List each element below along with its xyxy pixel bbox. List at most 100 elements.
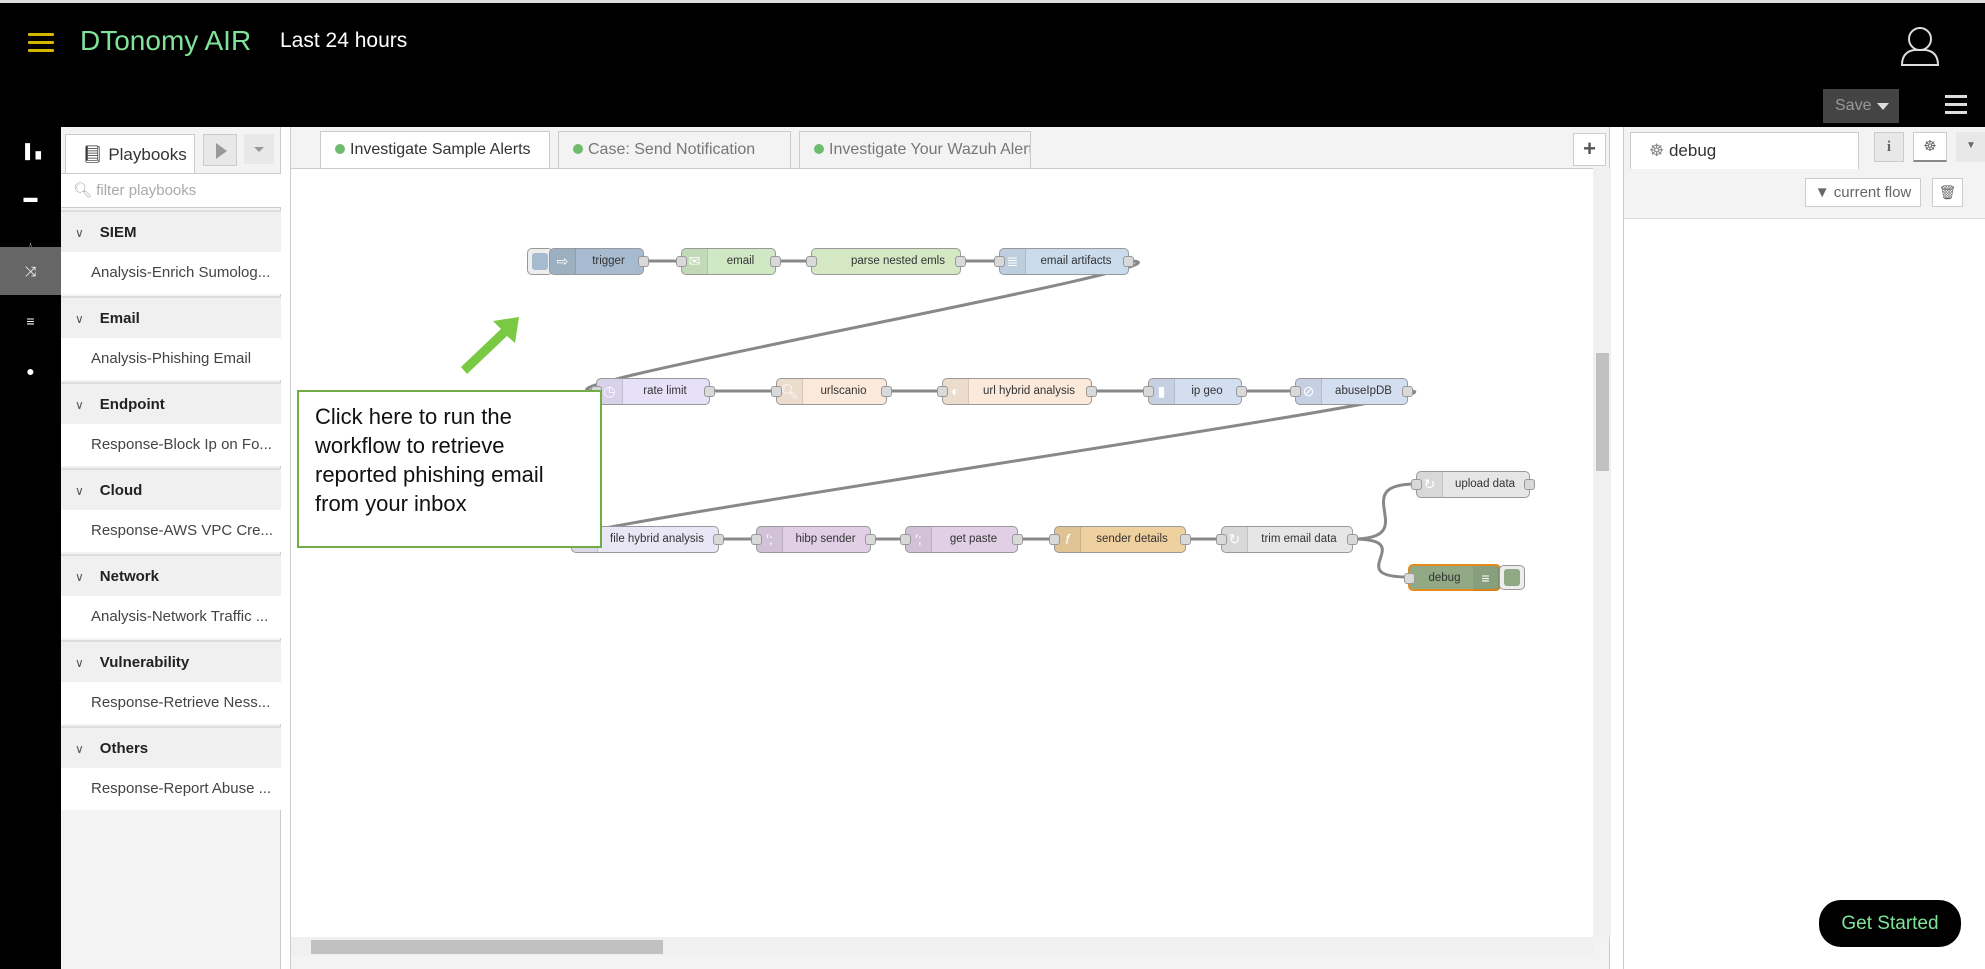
output-port[interactable] xyxy=(865,534,876,545)
playbook-item[interactable]: Analysis-Network Traffic ... xyxy=(61,596,281,638)
output-port[interactable] xyxy=(770,256,781,267)
playbook-item[interactable]: Analysis-Phishing Email xyxy=(61,338,281,380)
input-port[interactable] xyxy=(900,534,911,545)
debug-list-icon: ≡ xyxy=(1473,566,1499,591)
output-port[interactable] xyxy=(1236,386,1247,397)
main-menu-icon[interactable] xyxy=(1945,95,1967,115)
output-port[interactable] xyxy=(704,386,715,397)
flow-canvas[interactable]: ⇨ trigger ✉ email parse nested emls ≣ email ar… xyxy=(291,168,1593,937)
vertical-scrollbar[interactable] xyxy=(1593,168,1611,937)
folder-icon[interactable]: ▬ xyxy=(0,173,61,221)
category-header[interactable]: ∨ SIEM xyxy=(61,210,281,252)
input-port[interactable] xyxy=(1216,534,1227,545)
wire[interactable] xyxy=(1352,482,1417,541)
tab-investigate-wazuh-alerts[interactable]: Investigate Your Wazuh Alerts xyxy=(799,131,1031,168)
flow-node-debug[interactable]: ≡ debug xyxy=(1404,564,1501,591)
flow-node-urlscanio[interactable]: 🔍︎ urlscanio xyxy=(771,378,892,405)
output-port[interactable] xyxy=(1012,534,1023,545)
bug-icon[interactable]: ☸ xyxy=(1913,132,1947,162)
filter-playbooks-input[interactable]: 🔍︎ filter playbooks xyxy=(61,173,281,208)
input-port[interactable] xyxy=(994,256,1005,267)
debug-toggle-button[interactable] xyxy=(1499,565,1525,590)
input-port[interactable] xyxy=(1404,573,1415,584)
flow-node-upload-data[interactable]: ↻ upload data xyxy=(1411,471,1535,498)
category-header[interactable]: ∨ Cloud xyxy=(61,468,281,510)
output-port[interactable] xyxy=(1123,256,1134,267)
horizontal-scrollbar[interactable] xyxy=(291,937,1593,956)
node-label: ip geo xyxy=(1191,385,1223,397)
flow-node-trigger[interactable]: ⇨ trigger xyxy=(549,248,649,275)
category-header[interactable]: ∨ Endpoint xyxy=(61,382,281,424)
panel-dropdown-icon[interactable]: ▼ xyxy=(1956,132,1985,162)
input-port[interactable] xyxy=(937,386,948,397)
dashboard-bar-chart-icon[interactable]: ▐▗ xyxy=(0,127,61,175)
wire[interactable] xyxy=(1352,537,1409,579)
output-port[interactable] xyxy=(1402,386,1413,397)
status-dot xyxy=(335,144,345,154)
playbook-item[interactable]: Response-Block Ip on Fo... xyxy=(61,424,281,466)
run-play-button[interactable] xyxy=(203,134,237,166)
playbook-item[interactable]: Analysis-Enrich Sumolog... xyxy=(61,252,281,294)
output-port[interactable] xyxy=(1086,386,1097,397)
category-header[interactable]: ∨ Network xyxy=(61,554,281,596)
playbooks-tab[interactable]: 📘︎ Playbooks xyxy=(65,134,195,175)
flow-node-trim-email-data[interactable]: ↻ trim email data xyxy=(1216,526,1358,553)
chevron-down-icon: ∨ xyxy=(75,226,84,240)
flow-node-hibp-sender[interactable]: ′; hibp sender xyxy=(751,526,876,553)
playbook-item[interactable]: Response-Report Abuse ... xyxy=(61,768,281,810)
input-port[interactable] xyxy=(751,534,762,545)
time-range[interactable]: Last 24 hours xyxy=(280,29,407,53)
hamburger-menu-icon[interactable] xyxy=(28,33,54,53)
add-tab-button[interactable]: + xyxy=(1573,133,1606,166)
output-port[interactable] xyxy=(1524,479,1535,490)
wire[interactable] xyxy=(562,389,1417,541)
output-port[interactable] xyxy=(1347,534,1358,545)
flow-node-rate-limit[interactable]: ◷ rate limit xyxy=(591,378,715,405)
input-port[interactable] xyxy=(676,256,687,267)
input-port[interactable] xyxy=(806,256,817,267)
output-port[interactable] xyxy=(713,534,724,545)
node-label: abuseIpDB xyxy=(1335,385,1392,397)
get-started-button[interactable]: Get Started xyxy=(1819,900,1961,947)
category-header[interactable]: ∨ Others xyxy=(61,726,281,768)
user-avatar-icon[interactable] xyxy=(1898,23,1942,67)
flow-node-abuseipdb[interactable]: ⊘ abuseIpDB xyxy=(1290,378,1413,405)
flow-node-email-artifacts[interactable]: ≣ email artifacts xyxy=(994,248,1134,275)
info-icon[interactable]: i xyxy=(1874,132,1904,162)
flow-node-email[interactable]: ✉ email xyxy=(676,248,781,275)
output-port[interactable] xyxy=(881,386,892,397)
tab-investigate-sample-alerts[interactable]: Investigate Sample Alerts xyxy=(320,131,550,169)
category-header[interactable]: ∨ Email xyxy=(61,296,281,338)
tab-case-send-notification[interactable]: Case: Send Notification xyxy=(558,131,791,168)
flow-node-url-hybrid-analysis[interactable]: ◐ url hybrid analysis xyxy=(937,378,1097,405)
input-port[interactable] xyxy=(1411,479,1422,490)
input-port[interactable] xyxy=(1143,386,1154,397)
playbook-item[interactable]: Response-AWS VPC Cre... xyxy=(61,510,281,552)
input-port[interactable] xyxy=(1049,534,1060,545)
output-port[interactable] xyxy=(638,256,649,267)
flow-node-parse-nested-emls[interactable]: parse nested emls xyxy=(806,248,966,275)
clear-trash-icon[interactable]: 🗑︎ xyxy=(1932,178,1963,207)
current-flow-filter-button[interactable]: ▼ current flow xyxy=(1805,178,1921,207)
output-port[interactable] xyxy=(1180,534,1191,545)
input-port[interactable] xyxy=(1290,386,1301,397)
flow-node-get-paste[interactable]: ′; get paste xyxy=(900,526,1023,553)
horizontal-scroll-thumb[interactable] xyxy=(311,940,663,954)
vertical-scroll-thumb[interactable] xyxy=(1596,353,1609,471)
playbook-item[interactable]: Response-Retrieve Ness... xyxy=(61,682,281,724)
flow-node-ip-geo[interactable]: ▮ ip geo xyxy=(1143,378,1247,405)
playbooks-dropdown-button[interactable] xyxy=(244,134,274,164)
tab-label: Case: Send Notification xyxy=(588,141,756,158)
wire[interactable] xyxy=(585,259,1140,393)
caret-down-icon[interactable] xyxy=(1877,103,1889,110)
save-button[interactable]: Save xyxy=(1823,89,1899,123)
shuffle-icon[interactable]: ⤨ xyxy=(0,247,61,295)
flow-node-sender-details[interactable]: f sender details xyxy=(1049,526,1191,553)
debug-tab[interactable]: ☸ debug xyxy=(1630,132,1859,169)
input-port[interactable] xyxy=(771,386,782,397)
brand-title: DTonomy AIR xyxy=(80,25,252,56)
category-header[interactable]: ∨ Vulnerability xyxy=(61,640,281,682)
sliders-icon[interactable]: ≡ xyxy=(0,297,61,345)
help-icon[interactable]: ● xyxy=(0,347,61,395)
output-port[interactable] xyxy=(955,256,966,267)
